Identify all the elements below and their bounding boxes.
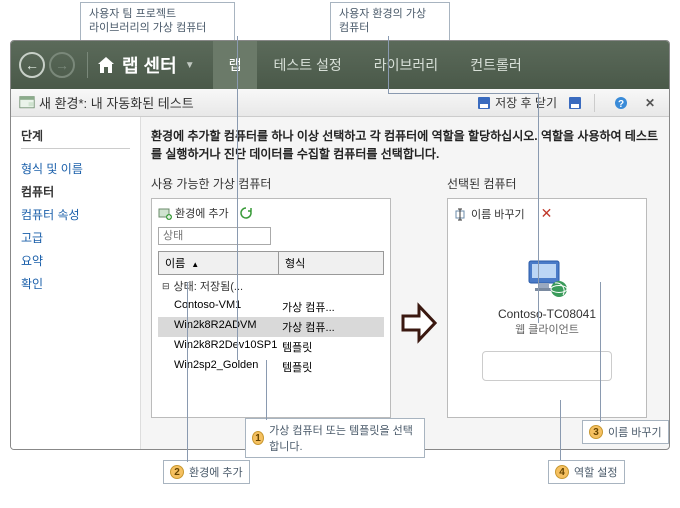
step-confirm[interactable]: 확인 <box>21 272 130 295</box>
connector <box>237 36 238 360</box>
refresh-button[interactable] <box>239 206 256 220</box>
selected-body[interactable]: Contoso-TC08041 웹 클라이언트 <box>454 228 640 411</box>
vm-row[interactable]: Win2k8R2Dev10SP1템플릿 <box>158 337 384 357</box>
step-callout-3: 3이름 바꾸기 <box>582 420 669 444</box>
group-row-saved[interactable]: ⊟ 상태: 저장됨(... <box>158 275 384 297</box>
callout-team-library: 사용자 팀 프로젝트 라이브러리의 가상 컴퓨터 <box>80 2 235 41</box>
environment-icon <box>19 95 35 111</box>
selected-vm-name: Contoso-TC08041 <box>498 307 596 321</box>
help-button[interactable]: ? <box>613 95 632 111</box>
step-callout-2: 2환경에 추가 <box>163 460 250 484</box>
step-badge: 2 <box>170 465 184 479</box>
rename-button[interactable]: 이름 바꾸기 <box>454 206 525 222</box>
toolbar: 새 환경*: 내 자동화된 테스트 저장 후 닫기 ? ✕ <box>11 89 669 117</box>
add-env-icon <box>158 206 172 220</box>
save-button[interactable] <box>567 95 586 111</box>
collapse-icon: ⊟ <box>162 281 170 292</box>
search-row <box>158 227 384 245</box>
back-button[interactable]: ← <box>19 52 45 78</box>
step-summary[interactable]: 요약 <box>21 249 130 272</box>
tab-lab[interactable]: 랩 <box>213 41 258 89</box>
role-card[interactable] <box>482 351 612 381</box>
sidebar-header: 단계 <box>21 127 130 149</box>
save-icon <box>567 95 583 111</box>
steps-sidebar: 단계 형식 및 이름 컴퓨터 컴퓨터 속성 고급 요약 확인 <box>11 117 141 449</box>
transfer-arrow-icon <box>401 302 437 353</box>
step-computers[interactable]: 컴퓨터 <box>21 180 130 203</box>
save-and-close-button[interactable]: 저장 후 닫기 <box>476 94 557 111</box>
selected-toolbar: 이름 바꾸기 ✕ <box>454 205 640 222</box>
step-callout-1: 1가상 컴퓨터 또는 템플릿을 선택합니다. <box>245 418 425 458</box>
selected-panel: 선택된 컴퓨터 이름 바꾸기 ✕ <box>447 175 647 418</box>
computer-icon <box>525 259 569 299</box>
header-bar: ← → 랩 센터 ▼ 랩 테스트 설정 라이브러리 컨트롤러 <box>11 41 669 89</box>
tab-controller[interactable]: 컨트롤러 <box>454 41 538 89</box>
callout-user-env: 사용자 환경의 가상 컴퓨터 <box>330 2 450 41</box>
tab-library[interactable]: 라이브러리 <box>358 41 454 89</box>
page-title: 새 환경*: 내 자동화된 테스트 <box>39 93 466 112</box>
status-filter-input[interactable] <box>158 227 271 245</box>
vm-row[interactable]: Contoso-VM1가상 컴퓨... <box>158 297 384 317</box>
delete-button[interactable]: ✕ <box>541 205 553 222</box>
help-icon: ? <box>613 95 629 111</box>
chevron-down-icon[interactable]: ▼ <box>185 60 195 71</box>
breadcrumb-title[interactable]: 랩 센터 <box>122 52 177 78</box>
step-computer-props[interactable]: 컴퓨터 속성 <box>21 203 130 226</box>
add-to-env-button[interactable]: 환경에 추가 <box>158 205 229 221</box>
step-callout-4: 4역할 설정 <box>548 460 625 484</box>
sort-asc-icon: ▲ <box>191 260 199 269</box>
selected-heading: 선택된 컴퓨터 <box>447 175 647 192</box>
content-area: 단계 형식 및 이름 컴퓨터 컴퓨터 속성 고급 요약 확인 환경에 추가할 컴… <box>11 117 669 449</box>
step-badge: 4 <box>555 465 569 479</box>
column-name[interactable]: 이름▲ <box>158 251 278 275</box>
lab-center-window: ← → 랩 센터 ▼ 랩 테스트 설정 라이브러리 컨트롤러 새 환경*: 내 … <box>10 40 670 450</box>
main-panel: 환경에 추가할 컴퓨터를 하나 이상 선택하고 각 컴퓨터에 역할을 할당하십시… <box>141 117 669 449</box>
save-close-icon <box>476 95 492 111</box>
selected-box: 이름 바꾸기 ✕ Contoso-TC08041 웹 클라이언트 <box>447 198 647 418</box>
close-icon: ✕ <box>642 95 658 111</box>
connector <box>388 93 538 94</box>
close-button[interactable]: ✕ <box>642 95 661 111</box>
rename-icon <box>454 207 468 221</box>
connector <box>388 36 389 93</box>
panels-row: 사용 가능한 가상 컴퓨터 환경에 추가 <box>151 175 659 439</box>
step-format-name[interactable]: 형식 및 이름 <box>21 157 130 180</box>
available-toolbar: 환경에 추가 <box>158 205 384 221</box>
connector <box>187 282 188 462</box>
step-badge: 1 <box>252 431 264 445</box>
refresh-icon <box>239 206 253 220</box>
forward-button[interactable]: → <box>49 52 75 78</box>
connector <box>600 282 601 422</box>
vm-row-selected[interactable]: Win2k8R2ADVM가상 컴퓨... <box>158 317 384 337</box>
available-heading: 사용 가능한 가상 컴퓨터 <box>151 175 391 192</box>
connector <box>560 400 561 460</box>
connector <box>266 360 267 420</box>
grid-header: 이름▲ 형식 <box>158 251 384 275</box>
selected-vm-role: 웹 클라이언트 <box>515 321 579 337</box>
separator <box>87 52 88 78</box>
step-badge: 3 <box>589 425 603 439</box>
tab-test-settings[interactable]: 테스트 설정 <box>257 41 357 89</box>
separator <box>594 94 595 112</box>
connector <box>538 93 539 323</box>
column-type[interactable]: 형식 <box>278 251 384 275</box>
svg-text:?: ? <box>618 99 624 110</box>
home-icon[interactable] <box>96 56 116 74</box>
instruction-text: 환경에 추가할 컴퓨터를 하나 이상 선택하고 각 컴퓨터에 역할을 할당하십시… <box>151 127 659 163</box>
step-advanced[interactable]: 고급 <box>21 226 130 249</box>
vm-row[interactable]: Win2sp2_Golden템플릿 <box>158 357 384 377</box>
